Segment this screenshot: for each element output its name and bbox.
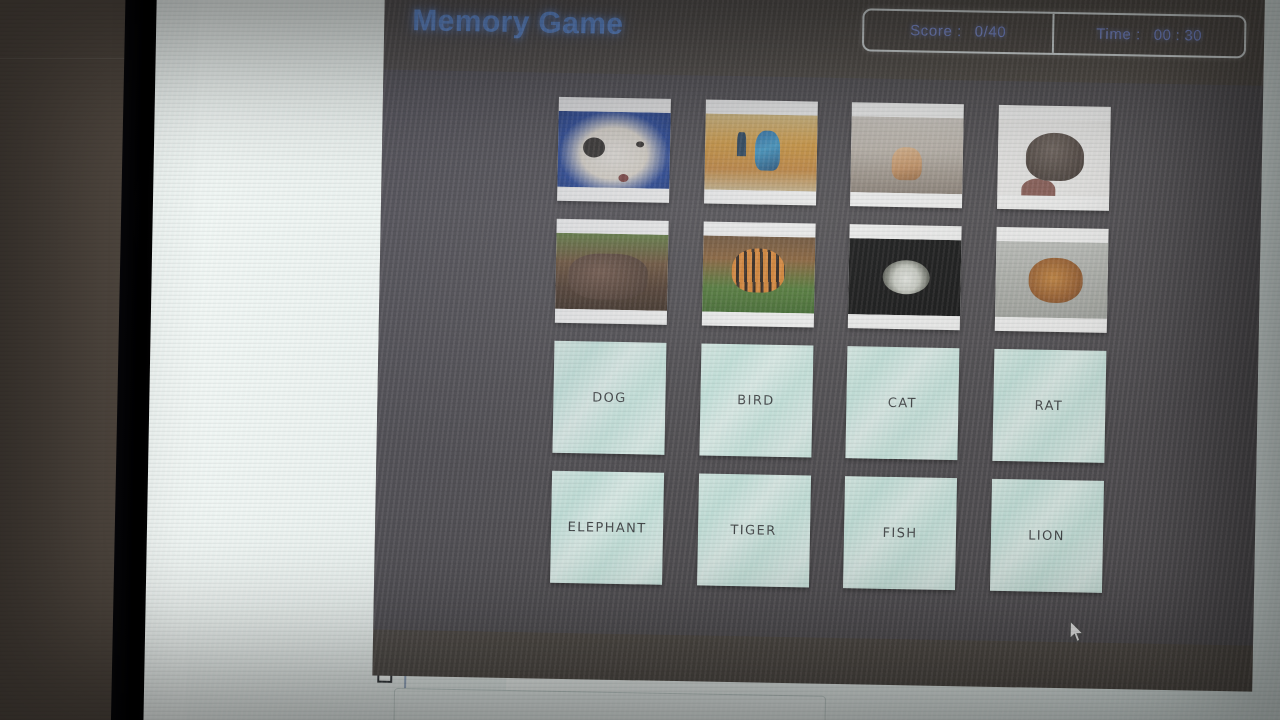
- fish-photo-icon: [848, 237, 962, 317]
- memory-card[interactable]: TIGER: [696, 473, 811, 588]
- card-label: BIRD: [737, 392, 775, 409]
- card-label: RAT: [1034, 398, 1064, 414]
- card-photo: [557, 96, 671, 203]
- card-photo: [847, 224, 962, 331]
- card-face: CAT: [845, 346, 960, 461]
- rat-photo-icon: [996, 118, 1111, 198]
- time-label: Time :: [1096, 25, 1142, 44]
- timer-display: Time : 00 : 30: [1051, 13, 1245, 57]
- card-photo: [703, 99, 818, 206]
- memory-card[interactable]: DOG: [552, 340, 667, 455]
- time-separator: :: [1175, 27, 1181, 45]
- memory-card[interactable]: [703, 99, 818, 206]
- card-artwork: [555, 232, 669, 312]
- card-label: CAT: [887, 395, 918, 411]
- score-label: Score :: [910, 22, 963, 41]
- ide-bottom-panel[interactable]: [392, 687, 827, 720]
- card-photo: [994, 226, 1109, 333]
- memory-card[interactable]: [850, 102, 964, 209]
- mouse-pointer-icon: [1069, 620, 1085, 643]
- bird-photo-icon: [703, 113, 818, 193]
- memory-card-grid: DOG BIRD CAT RAT ELEPHANT TIGER FISH LION: [550, 96, 1119, 593]
- card-photo: [996, 104, 1111, 211]
- game-status-bar: Score : 0/40 Time : 00 : 30: [861, 8, 1247, 59]
- card-face: RAT: [991, 348, 1106, 463]
- memory-card[interactable]: [701, 221, 816, 328]
- time-minutes: 00: [1153, 26, 1172, 45]
- memory-card[interactable]: [847, 224, 962, 331]
- card-label: DOG: [592, 389, 627, 406]
- card-label: FISH: [882, 525, 918, 541]
- memory-card[interactable]: [554, 218, 669, 325]
- card-label: ELEPHANT: [567, 519, 647, 536]
- card-face: LION: [989, 478, 1104, 593]
- memory-card[interactable]: CAT: [845, 346, 960, 461]
- card-photo: [701, 221, 816, 328]
- tiger-photo-icon: [701, 234, 815, 314]
- card-face: FISH: [843, 476, 958, 591]
- card-face: TIGER: [696, 473, 811, 588]
- memory-card[interactable]: ELEPHANT: [550, 470, 665, 585]
- dog-photo-icon: [557, 110, 671, 190]
- card-artwork: [850, 115, 964, 195]
- elephant-photo-icon: [555, 232, 669, 312]
- card-artwork: [848, 237, 962, 317]
- memory-card[interactable]: [996, 104, 1111, 211]
- time-seconds: 30: [1184, 27, 1203, 45]
- projection-screen: Memory Game Score : 0/40 Time : 00 : 30 …: [142, 0, 1280, 720]
- lion-photo-icon: [994, 240, 1108, 320]
- card-label: LION: [1028, 527, 1065, 544]
- memory-game-window: Memory Game Score : 0/40 Time : 00 : 30 …: [372, 0, 1265, 692]
- cat-photo-icon: [850, 115, 964, 195]
- card-face: DOG: [552, 340, 667, 455]
- card-face: BIRD: [698, 343, 813, 458]
- memory-card[interactable]: [994, 226, 1109, 333]
- card-artwork: [996, 118, 1111, 198]
- card-artwork: [557, 110, 671, 190]
- projected-screen-photo: Memory Game Score : 0/40 Time : 00 : 30 …: [0, 0, 1280, 720]
- card-face: ELEPHANT: [550, 470, 665, 585]
- memory-card[interactable]: LION: [989, 478, 1104, 593]
- score-value: 0/40: [974, 23, 1007, 42]
- card-photo: [554, 218, 669, 325]
- card-artwork: [703, 113, 818, 193]
- page-title: Memory Game: [412, 4, 624, 41]
- card-artwork: [701, 234, 815, 314]
- card-photo: [850, 102, 964, 209]
- memory-card[interactable]: RAT: [991, 348, 1106, 463]
- card-artwork: [994, 240, 1108, 320]
- memory-card[interactable]: FISH: [843, 476, 958, 591]
- score-display: Score : 0/40: [864, 10, 1053, 52]
- memory-card[interactable]: BIRD: [698, 343, 813, 458]
- memory-card[interactable]: [557, 96, 671, 203]
- card-label: TIGER: [730, 522, 777, 539]
